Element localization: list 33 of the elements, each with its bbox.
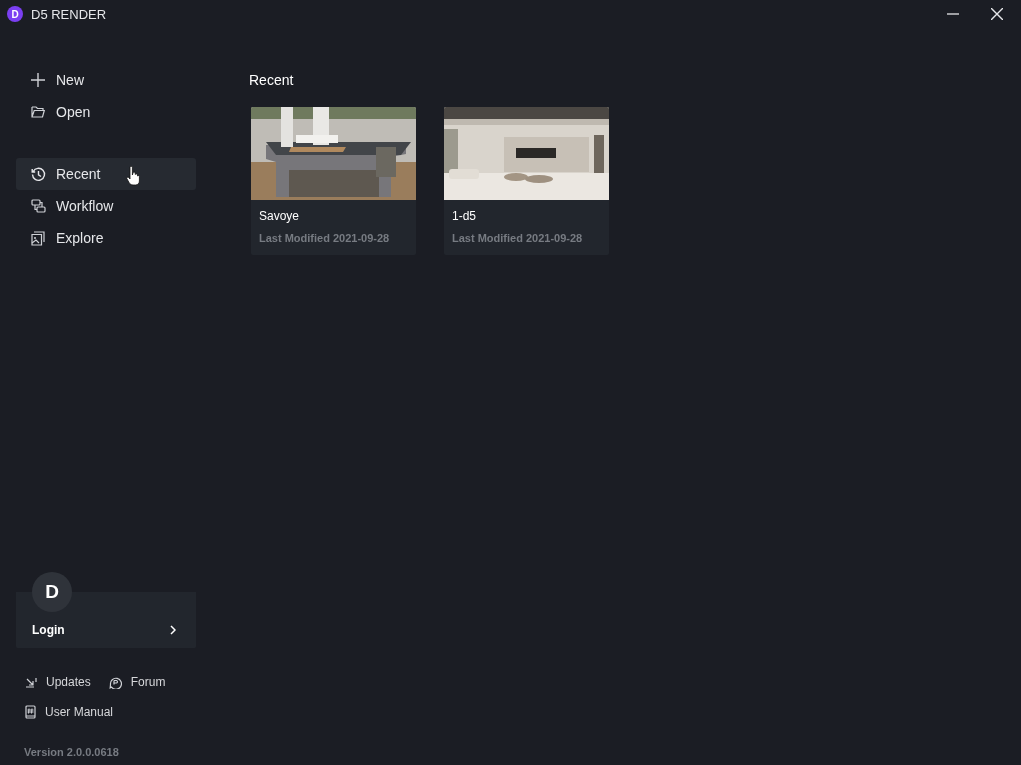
window-title: D5 RENDER bbox=[31, 6, 107, 22]
nav-item[interactable]: New bbox=[16, 64, 196, 96]
download-icon bbox=[25, 676, 37, 688]
plus-icon bbox=[31, 73, 45, 87]
chevron-right-icon bbox=[170, 625, 176, 635]
workflow-icon bbox=[31, 199, 46, 213]
project-name: Savoye bbox=[259, 209, 301, 223]
nav-item[interactable]: Recent bbox=[16, 158, 196, 190]
login-label: Login bbox=[32, 623, 65, 637]
manual-icon bbox=[25, 705, 36, 719]
footer-link[interactable]: User Manual bbox=[25, 704, 114, 720]
modified-date: Last Modified 2021-09-28 bbox=[259, 232, 391, 244]
hand-cursor-icon bbox=[126, 166, 140, 186]
nav-item[interactable]: Explore bbox=[16, 222, 196, 254]
app-logo: D bbox=[7, 6, 23, 22]
nav-item[interactable]: Open bbox=[16, 96, 196, 128]
project-card[interactable]: 1-d5 Last Modified 2021-09-28 bbox=[444, 107, 609, 255]
chat-icon bbox=[108, 675, 122, 689]
footer-link[interactable]: Updates bbox=[25, 674, 91, 690]
gallery-icon bbox=[31, 230, 45, 246]
version-label: Version 2.0.0.0618 bbox=[24, 746, 119, 758]
project-name: 1-d5 bbox=[452, 209, 478, 223]
project-card[interactable]: Savoye Last Modified 2021-09-28 bbox=[251, 107, 416, 255]
footer-link[interactable]: Forum bbox=[108, 674, 166, 690]
folder-icon bbox=[31, 106, 45, 118]
history-icon bbox=[31, 166, 46, 182]
avatar: D bbox=[32, 572, 72, 612]
modified-date: Last Modified 2021-09-28 bbox=[452, 232, 584, 244]
login-card[interactable]: D Login bbox=[16, 572, 196, 648]
nav-item[interactable]: Workflow bbox=[16, 190, 196, 222]
section-heading: Recent bbox=[249, 72, 295, 88]
close-icon bbox=[991, 8, 1003, 20]
minimize-icon bbox=[947, 13, 959, 15]
